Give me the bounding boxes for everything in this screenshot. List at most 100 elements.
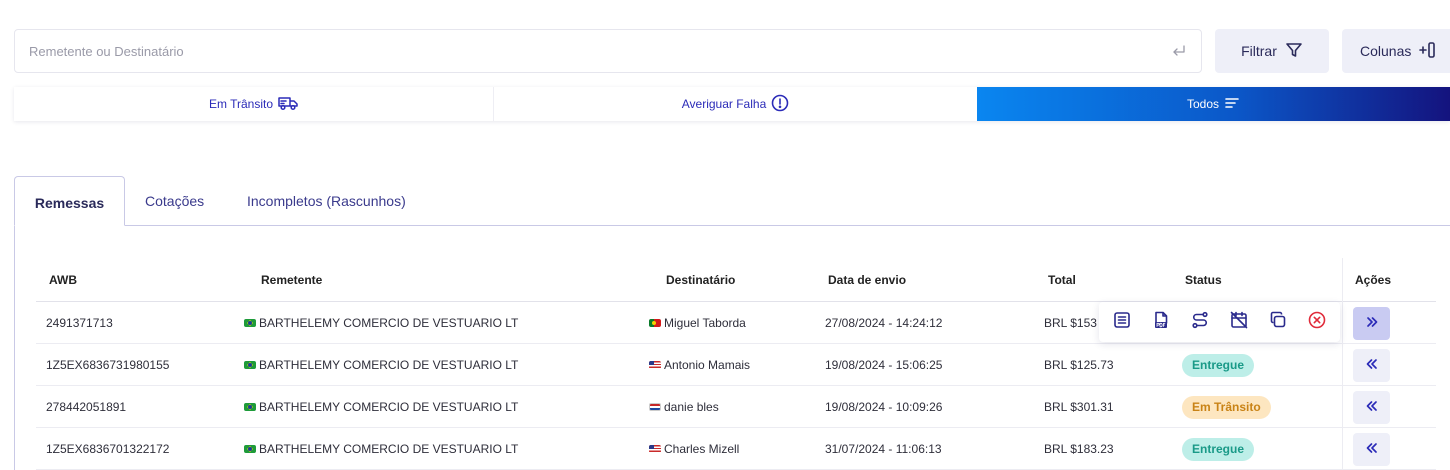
date-cell: 19/08/2024 - 10:09:26 (825, 400, 943, 414)
destinatario-cell: Miguel Taborda (649, 302, 746, 344)
flag-netherlands-icon (649, 403, 661, 411)
status-cell: Entregue (1182, 344, 1255, 386)
header-acoes: Ações (1342, 258, 1436, 302)
remetente-cell: BARTHELEMY COMERCIO DE VESTUARIO LT (244, 386, 518, 428)
awb-cell: 2491371713 (46, 316, 113, 330)
chevrons-right-icon (1365, 315, 1379, 332)
status-filter-in-transit[interactable]: Em Trânsito (14, 87, 494, 121)
filter-button-label: Filtrar (1241, 43, 1277, 59)
destinatario-name: Antonio Mamais (664, 358, 751, 372)
details-button[interactable] (1105, 305, 1139, 339)
flag-brazil-icon (244, 403, 256, 411)
cancel-shipment-button[interactable] (1300, 305, 1334, 339)
filter-button[interactable]: Filtrar (1215, 29, 1329, 73)
pdf-icon (1152, 311, 1170, 334)
route-icon (1191, 311, 1209, 334)
duplicate-button[interactable] (1261, 305, 1295, 339)
collapse-actions-button[interactable] (1353, 306, 1390, 340)
calendar-cancel-icon (1230, 311, 1248, 334)
enter-icon (1171, 43, 1187, 59)
status-badge: Em Trânsito (1182, 395, 1271, 419)
header-destinatario[interactable]: Destinatário (666, 258, 735, 302)
awb-cell: 1Z5EX6836731980155 (46, 358, 170, 372)
header-awb[interactable]: AWB (49, 258, 77, 302)
date-cell: 19/08/2024 - 15:06:25 (825, 358, 943, 372)
actions-cell (1342, 428, 1436, 470)
cancel-pickup-button[interactable] (1222, 305, 1256, 339)
status-filter-label: Todos (1186, 97, 1220, 111)
actions-cell (1342, 386, 1436, 428)
status-filter-all[interactable]: Todos (977, 87, 1450, 121)
alert-circle-icon (771, 94, 789, 115)
status-filter-check-failure[interactable]: Averiguar Falha (494, 87, 977, 121)
expand-actions-button[interactable] (1353, 432, 1390, 466)
awb-cell: 278442051891 (46, 400, 127, 414)
status-badge: Entregue (1182, 353, 1255, 377)
table-row[interactable]: 278442051891 BARTHELEMY COMERCIO DE VEST… (36, 386, 1436, 428)
flag-brazil-icon (244, 361, 256, 369)
columns-button-label: Colunas (1360, 43, 1412, 59)
tabs-bar: Remessas Cotações Incompletos (Rascunhos… (14, 176, 1450, 226)
table-row[interactable]: 1Z5EX6836701322172 BARTHELEMY COMERCIO D… (36, 428, 1436, 470)
flag-brazil-icon (244, 445, 256, 453)
date-cell: 31/07/2024 - 11:06:13 (825, 442, 942, 456)
awb-cell: 1Z5EX6836701322172 (46, 442, 170, 456)
filter-icon (1285, 41, 1303, 62)
row-actions-popover (1099, 302, 1340, 342)
status-cell: Em Trânsito (1182, 386, 1271, 428)
remetente-name: BARTHELEMY COMERCIO DE VESTUARIO LT (259, 442, 519, 456)
flag-portugal-icon (649, 319, 661, 327)
cancel-circle-icon (1308, 311, 1326, 334)
header-remetente[interactable]: Remetente (261, 258, 322, 302)
expand-actions-button[interactable] (1353, 390, 1390, 424)
panel-border (14, 225, 15, 470)
date-cell: 27/08/2024 - 14:24:12 (825, 316, 943, 330)
destinatario-name: Charles Mizell (664, 442, 740, 456)
status-filter-label: Em Trânsito (208, 97, 274, 111)
tracking-route-button[interactable] (1183, 305, 1217, 339)
status-cell: Entregue (1182, 428, 1255, 470)
chevrons-left-icon (1365, 441, 1379, 458)
remetente-cell: BARTHELEMY COMERCIO DE VESTUARIO LT (244, 302, 518, 344)
status-badge: Entregue (1182, 437, 1255, 461)
document-lines-icon (1113, 311, 1131, 334)
remetente-cell: BARTHELEMY COMERCIO DE VESTUARIO LT (244, 344, 518, 386)
expand-actions-button[interactable] (1353, 348, 1390, 382)
truck-icon (278, 95, 298, 114)
copy-icon (1269, 311, 1287, 334)
total-cell: BRL $183.23 (1044, 442, 1114, 456)
remetente-name: BARTHELEMY COMERCIO DE VESTUARIO LT (259, 400, 519, 414)
destinatario-cell: Charles Mizell (649, 428, 739, 470)
destinatario-name: danie bles (664, 400, 719, 414)
actions-cell (1342, 344, 1436, 386)
status-filter-label: Averiguar Falha (681, 97, 767, 111)
flag-brazil-icon (244, 319, 256, 327)
actions-cell (1342, 302, 1436, 344)
table-row[interactable]: 1Z5EX6836731980155 BARTHELEMY COMERCIO D… (36, 344, 1436, 386)
header-status[interactable]: Status (1185, 258, 1222, 302)
remetente-name: BARTHELEMY COMERCIO DE VESTUARIO LT (259, 316, 519, 330)
shipments-table: AWB Remetente Destinatário Data de envio… (36, 258, 1436, 470)
destinatario-cell: danie bles (649, 386, 719, 428)
tab-remessas[interactable]: Remessas (14, 176, 125, 226)
destinatario-cell: Antonio Mamais (649, 344, 750, 386)
remetente-name: BARTHELEMY COMERCIO DE VESTUARIO LT (259, 358, 519, 372)
chevrons-left-icon (1365, 357, 1379, 374)
search-input[interactable] (29, 30, 1149, 72)
total-cell: BRL $301.31 (1044, 400, 1114, 414)
columns-button[interactable]: Colunas (1342, 29, 1450, 73)
chevrons-left-icon (1365, 399, 1379, 416)
tab-incompletos[interactable]: Incompletos (Rascunhos) (247, 176, 406, 226)
destinatario-name: Miguel Taborda (664, 316, 746, 330)
total-cell: BRL $125.73 (1044, 358, 1114, 372)
tab-cotacoes[interactable]: Cotações (145, 176, 204, 226)
header-data-envio[interactable]: Data de envio (828, 258, 906, 302)
table-header: AWB Remetente Destinatário Data de envio… (36, 258, 1436, 302)
status-filter-bar: Em Trânsito Averiguar Falha Todos (14, 87, 1450, 121)
flag-usa-icon (649, 361, 661, 369)
flag-usa-icon (649, 445, 661, 453)
pdf-button[interactable] (1144, 305, 1178, 339)
header-total[interactable]: Total (1048, 258, 1076, 302)
total-cell: BRL $153 (1044, 316, 1097, 330)
remetente-cell: BARTHELEMY COMERCIO DE VESTUARIO LT (244, 428, 518, 470)
